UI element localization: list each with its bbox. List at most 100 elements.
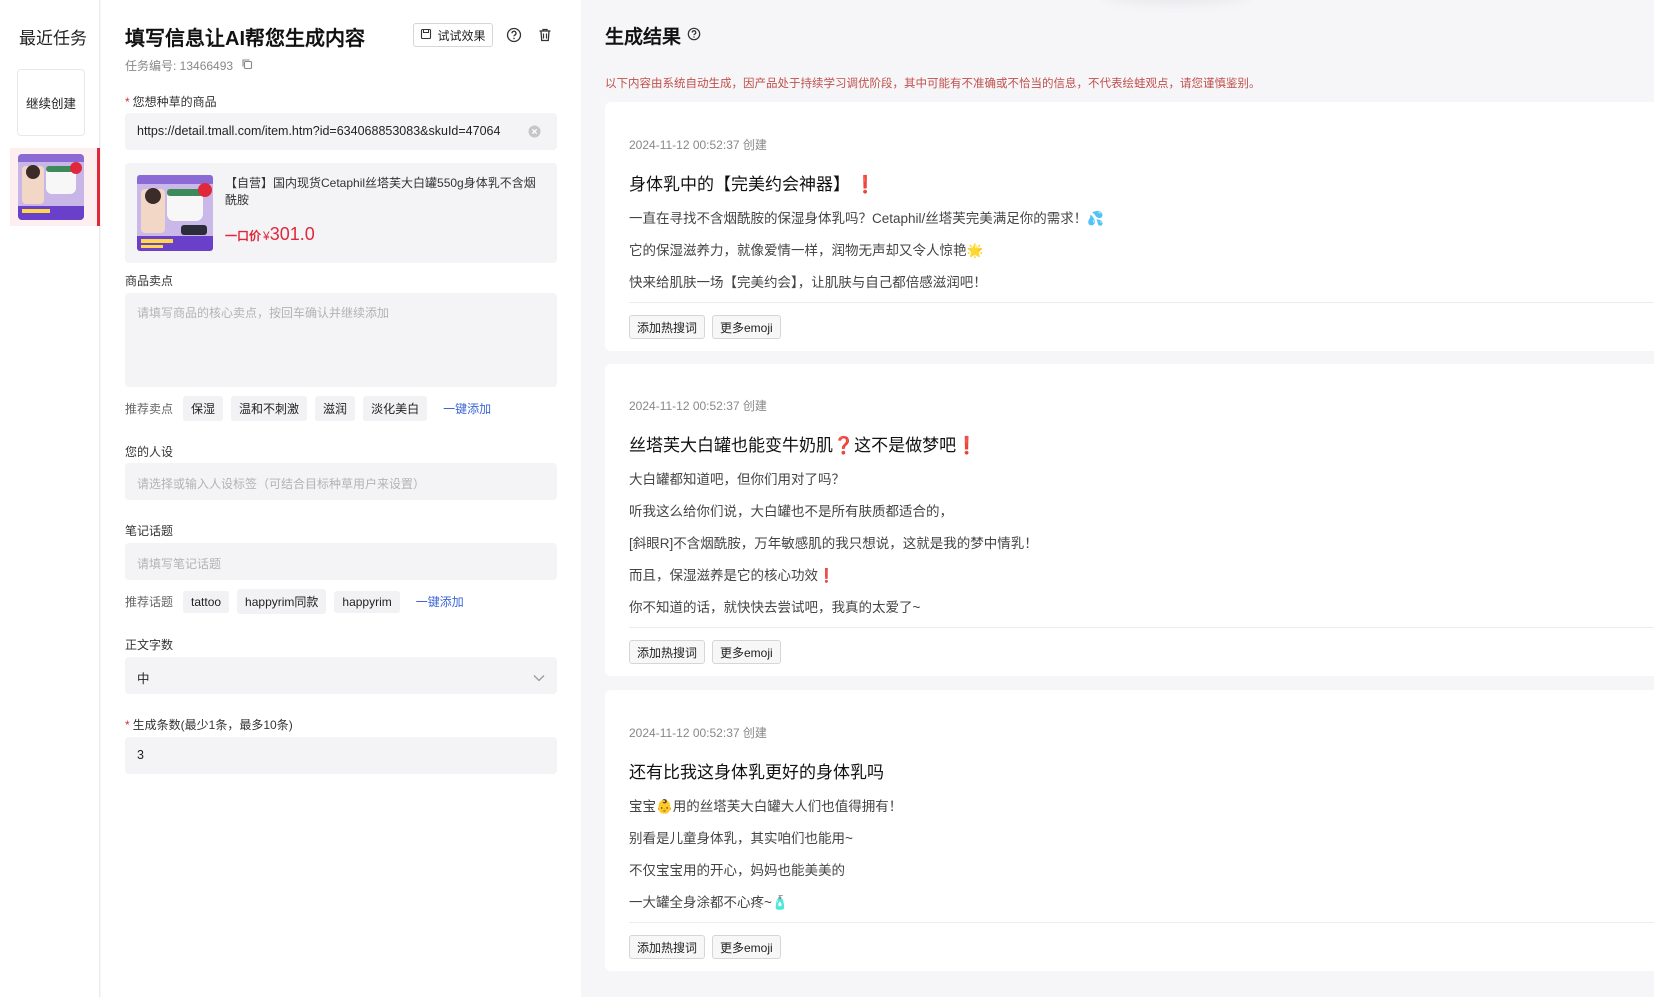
card-line: 它的保湿滋养力，就像爱情一样，润物无声却又令人惊艳🌟 <box>629 243 984 258</box>
card-title-text: 身体乳中的【完美约会神器】 <box>629 175 850 194</box>
card-line: 一大罐全身涂都不心疼~🧴 <box>629 895 789 910</box>
price-label: 一口价 <box>225 229 262 243</box>
card-title: 身体乳中的【完美约会神器】 ❗ <box>629 170 876 195</box>
topic-placeholder: 请填写笔记话题 <box>137 557 222 571</box>
active-indicator <box>97 148 100 226</box>
card-divider <box>629 627 1654 628</box>
product-url-value: https://detail.tmall.com/item.htm?id=634… <box>137 124 501 138</box>
exclamation-icon: ❗ <box>956 436 978 455</box>
persona-label: 您的人设 <box>125 445 174 459</box>
more-emoji-button[interactable]: 更多emoji <box>712 315 781 339</box>
card-line-text: 而且，保湿滋养是它的核心功效 <box>629 568 818 583</box>
topic-input[interactable]: 请填写笔记话题 <box>125 543 557 580</box>
card-timestamp: 2024-11-12 00:52:37 创建 <box>629 726 767 740</box>
selling-tag[interactable]: 保湿 <box>183 396 224 421</box>
exclamation-icon: ❗ <box>818 568 835 583</box>
result-card: 2024-11-12 00:52:37 创建 身体乳中的【完美约会神器】 ❗ 一… <box>605 102 1654 351</box>
add-hot-words-button[interactable]: 添加热搜词 <box>629 640 706 664</box>
recommended-topics: 推荐话题 tattoo happyrim同款 happyrim 一键添加 <box>125 589 464 614</box>
persona-input[interactable]: 请选择或输入人设标签（可结合目标种草用户来设置） <box>125 463 557 500</box>
selling-tag[interactable]: 温和不刺激 <box>231 396 308 421</box>
sidebar-title: 最近任务 <box>19 29 87 48</box>
results-title: 生成结果 <box>605 22 701 49</box>
selling-tag[interactable]: 淡化美白 <box>363 396 428 421</box>
result-card: 2024-11-12 00:52:37 创建 丝塔芙大白罐也能变牛奶肌❓这不是做… <box>605 364 1654 676</box>
copy-icon[interactable] <box>241 58 253 73</box>
generate-count-input[interactable]: 3 <box>125 737 557 774</box>
result-card: 2024-11-12 00:52:37 创建 还有比我这身体乳更好的身体乳吗 宝… <box>605 690 1654 971</box>
more-emoji-button[interactable]: 更多emoji <box>712 935 781 959</box>
selling-points-input[interactable]: 请填写商品的核心卖点，按回车确认并继续添加 <box>125 293 557 387</box>
try-effect-button[interactable]: 试试效果 <box>413 23 493 47</box>
exclamation-icon: ❗ <box>854 175 876 194</box>
price-currency: ¥ <box>263 229 270 243</box>
card-title: 还有比我这身体乳更好的身体乳吗 <box>629 763 884 782</box>
top-glow <box>1101 0 1251 4</box>
card-line: 你不知道的话，就快快去尝试吧，我真的太爱了~ <box>629 600 921 615</box>
form-title: 填写信息让AI帮您生成内容 <box>125 28 365 50</box>
product-label-text: 您想种草的商品 <box>132 95 217 109</box>
add-all-topics-link[interactable]: 一键添加 <box>416 593 464 610</box>
card-line: 而且，保湿滋养是它的核心功效❗ <box>629 564 835 584</box>
required-mark: * <box>125 718 130 732</box>
task-number: 任务编号: 13466493 <box>125 57 253 74</box>
topic-label: 笔记话题 <box>125 524 174 538</box>
card-line: 快来给肌肤一场【完美约会】，让肌肤与自己都倍感滋润吧！ <box>629 275 987 290</box>
card-line: 不仅宝宝用的开心，妈妈也能美美的 <box>629 863 845 878</box>
recommended-selling-points: 推荐卖点 保湿 温和不刺激 滋润 淡化美白 一键添加 <box>125 396 491 421</box>
chevron-down-icon <box>533 670 545 685</box>
try-effect-label: 试试效果 <box>437 28 486 43</box>
persona-placeholder: 请选择或输入人设标签（可结合目标种草用户来设置） <box>137 477 426 491</box>
product-price: 一口价 ¥ 301.0 <box>225 224 315 245</box>
product-card: 【自营】国内现货Cetaphil丝塔芙大白罐550g身体乳不含烟酰胺 一口价 ¥… <box>125 163 557 263</box>
topic-tag[interactable]: happyrim <box>334 590 400 613</box>
card-divider <box>629 302 1654 303</box>
save-icon <box>420 28 432 43</box>
generate-count-label-text: 生成条数(最少1条，最多10条) <box>132 718 293 732</box>
task-thumbnail <box>18 154 84 220</box>
add-all-selling-points-link[interactable]: 一键添加 <box>443 400 491 417</box>
topic-tag[interactable]: tattoo <box>183 590 230 613</box>
disclaimer-text: 以下内容由系统自动生成，因产品处于持续学习调优阶段，其中可能有不准确或不恰当的信… <box>605 78 1261 90</box>
clear-icon[interactable] <box>528 125 541 141</box>
required-mark: * <box>125 95 130 109</box>
card-line: 听我这么给你们说，大白罐也不是所有肤质都适合的， <box>629 504 953 519</box>
topic-tag[interactable]: happyrim同款 <box>237 589 327 614</box>
recent-tasks-sidebar: 最近任务 继续创建 <box>0 0 100 997</box>
card-line: [斜眼R]不含烟酰胺，万年敏感肌的我只想说，这就是我的梦中情乳！ <box>629 536 1038 551</box>
card-line: 一直在寻找不含烟酰胺的保湿身体乳吗？Cetaphil/丝塔芙完美满足你的需求！💦 <box>629 211 1105 226</box>
recommend-topic-label: 推荐话题 <box>125 595 174 609</box>
selling-tag[interactable]: 滋润 <box>315 396 356 421</box>
card-title-text: 丝塔芙大白罐也能变牛奶肌 <box>629 436 833 455</box>
selling-points-label: 商品卖点 <box>125 274 174 288</box>
word-count-label: 正文字数 <box>125 638 174 652</box>
add-hot-words-button[interactable]: 添加热搜词 <box>629 935 706 959</box>
recommend-selling-label: 推荐卖点 <box>125 402 174 416</box>
product-label: * 您想种草的商品 <box>125 93 217 110</box>
card-line: 宝宝👶用的丝塔芙大白罐大人们也值得拥有！ <box>629 799 903 814</box>
price-value: 301.0 <box>269 224 315 244</box>
card-title: 丝塔芙大白罐也能变牛奶肌❓这不是做梦吧❗ <box>629 431 977 456</box>
product-name: 【自营】国内现货Cetaphil丝塔芙大白罐550g身体乳不含烟酰胺 <box>225 176 536 207</box>
product-url-input[interactable]: https://detail.tmall.com/item.htm?id=634… <box>125 113 557 150</box>
question-icon: ❓ <box>833 436 855 455</box>
help-icon[interactable] <box>504 25 524 45</box>
card-divider <box>629 922 1654 923</box>
card-timestamp: 2024-11-12 00:52:37 创建 <box>629 399 767 413</box>
card-line: 大白罐都知道吧，但你们用对了吗？ <box>629 472 845 487</box>
continue-create-button[interactable]: 继续创建 <box>17 69 85 136</box>
add-hot-words-button[interactable]: 添加热搜词 <box>629 315 706 339</box>
card-title-text: 这不是做梦吧 <box>854 436 957 455</box>
input-form-panel: 填写信息让AI帮您生成内容 试试效果 任务编号: 13466493 * 您想种草的… <box>101 0 581 997</box>
generate-count-value: 3 <box>137 748 144 762</box>
results-panel: 生成结果 以下内容由系统自动生成，因产品处于持续学习调优阶段，其中可能有不准确或… <box>581 0 1654 997</box>
selling-points-placeholder: 请填写商品的核心卖点，按回车确认并继续添加 <box>137 306 390 320</box>
results-title-text: 生成结果 <box>605 27 682 48</box>
more-emoji-button[interactable]: 更多emoji <box>712 640 781 664</box>
help-icon[interactable] <box>687 25 701 47</box>
recent-task-item[interactable] <box>10 148 100 226</box>
product-image <box>137 175 213 251</box>
word-count-select[interactable]: 中 <box>125 657 557 694</box>
delete-icon[interactable] <box>535 25 555 45</box>
card-line: 别看是儿童身体乳，其实咱们也能用~ <box>629 831 853 846</box>
